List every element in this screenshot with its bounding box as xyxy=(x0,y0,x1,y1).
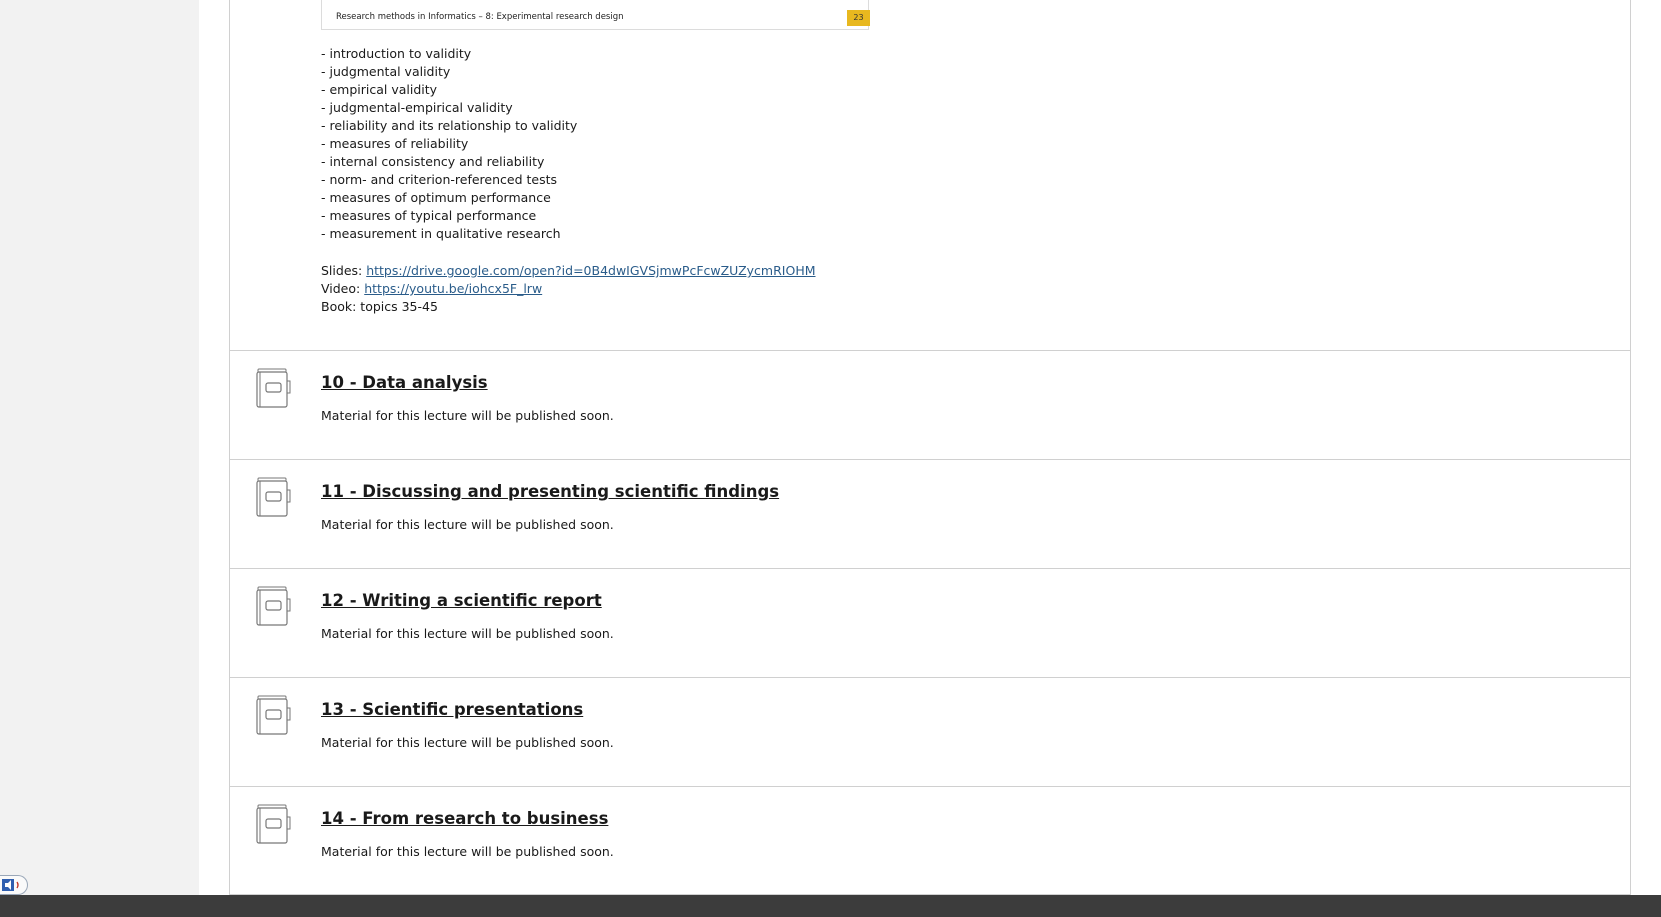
section-title-link[interactable]: 10 - Data analysis xyxy=(321,373,488,392)
book-icon xyxy=(255,585,291,627)
slide-page-badge: 23 xyxy=(847,10,870,26)
topic-item: - measurement in qualitative research xyxy=(321,226,561,241)
bottom-bar xyxy=(0,895,1661,917)
lecture-section-11: 11 - Discussing and presenting scientifi… xyxy=(230,459,1630,568)
book-icon xyxy=(255,803,291,845)
video-link[interactable]: https://youtu.be/iohcx5F_lrw xyxy=(364,281,542,296)
topic-item: - introduction to validity xyxy=(321,46,472,61)
slides-link[interactable]: https://drive.google.com/open?id=0B4dwIG… xyxy=(366,263,815,278)
section-description: Material for this lecture will be publis… xyxy=(321,408,614,423)
course-content: Research methods in Informatics – 8: Exp… xyxy=(229,0,1631,895)
section-title-link[interactable]: 13 - Scientific presentations xyxy=(321,700,583,719)
topic-item: - judgmental validity xyxy=(321,64,451,79)
book-icon xyxy=(255,694,291,736)
slides-row: Slides: https://drive.google.com/open?id… xyxy=(321,262,816,280)
topic-item: - measures of reliability xyxy=(321,136,469,151)
section-title-link[interactable]: 11 - Discussing and presenting scientifi… xyxy=(321,482,779,501)
topic-list: - introduction to validity - judgmental … xyxy=(321,45,577,243)
book-icon xyxy=(255,367,291,409)
section-description: Material for this lecture will be publis… xyxy=(321,844,614,859)
topic-item: - reliability and its relationship to va… xyxy=(321,118,578,133)
slide-caption: Research methods in Informatics – 8: Exp… xyxy=(336,12,624,22)
section-description: Material for this lecture will be publis… xyxy=(321,517,614,532)
section-title-link[interactable]: 12 - Writing a scientific report xyxy=(321,591,602,610)
lecture-section-13: 13 - Scientific presentations Material f… xyxy=(230,677,1630,786)
section-title-link[interactable]: 14 - From research to business xyxy=(321,809,608,828)
topic-item: - judgmental-empirical validity xyxy=(321,100,513,115)
book-icon xyxy=(255,476,291,518)
lecture-section-10: 10 - Data analysis Material for this lec… xyxy=(230,350,1630,459)
lecture-resources: Slides: https://drive.google.com/open?id… xyxy=(321,262,816,316)
slide-preview: Research methods in Informatics – 8: Exp… xyxy=(321,0,870,30)
slides-label: Slides: xyxy=(321,263,367,278)
lecture-section-14: 14 - From research to business Material … xyxy=(230,786,1630,895)
video-label: Video: xyxy=(321,281,365,296)
book-reference: Book: topics 35-45 xyxy=(321,299,438,314)
topic-item: - measures of typical performance xyxy=(321,208,537,223)
topic-item: - norm- and criterion-referenced tests xyxy=(321,172,558,187)
section-description: Material for this lecture will be publis… xyxy=(321,735,614,750)
topic-item: - measures of optimum performance xyxy=(321,190,551,205)
video-row: Video: https://youtu.be/iohcx5F_lrw xyxy=(321,280,816,298)
lecture-section-12: 12 - Writing a scientific report Materia… xyxy=(230,568,1630,677)
topic-item: - internal consistency and reliability xyxy=(321,154,545,169)
text-to-speech-icon[interactable] xyxy=(0,875,28,895)
section-description: Material for this lecture will be publis… xyxy=(321,626,614,641)
topic-item: - empirical validity xyxy=(321,82,438,97)
